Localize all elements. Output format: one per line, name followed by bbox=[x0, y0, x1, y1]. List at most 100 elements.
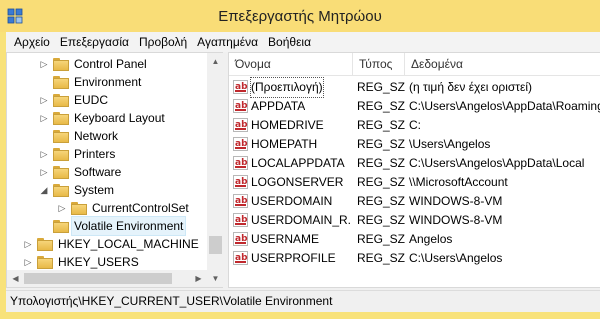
tree-item-label: HKEY_USERS bbox=[58, 255, 139, 269]
expand-arrow-icon[interactable]: ▷ bbox=[39, 91, 49, 109]
string-value-icon: ab bbox=[233, 156, 248, 170]
tree-item-label: HKEY_LOCAL_MACHINE bbox=[58, 237, 199, 251]
value-type: REG_SZ bbox=[357, 118, 406, 132]
tree-item-label: CurrentControlSet bbox=[92, 201, 189, 215]
expand-arrow-icon[interactable]: ▷ bbox=[39, 145, 49, 163]
tree-item[interactable]: Environment bbox=[7, 73, 207, 91]
value-row[interactable]: ab USERPROFILE REG_SZ C:\Users\Angelos bbox=[229, 249, 600, 268]
menu-bar: Αρχείο Επεξεργασία Προβολή Αγαπημένα Βοή… bbox=[6, 32, 600, 52]
tree-item-label: Volatile Environment bbox=[70, 216, 187, 236]
column-header-name[interactable]: Όνομα bbox=[229, 53, 353, 75]
folder-icon bbox=[37, 238, 53, 251]
string-value-icon: ab bbox=[233, 137, 248, 151]
value-row[interactable]: ab HOMEPATH REG_SZ \Users\Angelos bbox=[229, 135, 600, 154]
value-type: REG_SZ bbox=[357, 137, 406, 151]
value-name: USERPROFILE bbox=[251, 251, 336, 265]
tree-item[interactable]: ▷ EUDC bbox=[7, 91, 207, 109]
menu-edit[interactable]: Επεξεργασία bbox=[55, 32, 134, 52]
value-data: C:\Users\Angelos\AppData\Local bbox=[409, 156, 585, 170]
key-tree[interactable]: ▷ Control Panel Environment ▷ EUDC ▷ Keyboard … bbox=[6, 52, 225, 288]
value-type: REG_SZ bbox=[357, 232, 406, 246]
value-row[interactable]: ab USERDOMAIN REG_SZ WINDOWS-8-VM bbox=[229, 192, 600, 211]
status-path: Υπολογιστής\HKEY_CURRENT_USER\Volatile E… bbox=[10, 294, 333, 308]
scroll-thumb[interactable] bbox=[209, 236, 222, 254]
string-value-icon: ab bbox=[233, 251, 248, 265]
tree-item-label: Printers bbox=[74, 147, 116, 161]
value-name: LOCALAPPDATA bbox=[251, 156, 345, 170]
value-name: USERDOMAIN_R... bbox=[251, 213, 351, 227]
value-row[interactable]: ab (Προεπιλογή) REG_SZ (η τιμή δεν έχει ορι… bbox=[229, 77, 600, 98]
value-data: Angelos bbox=[409, 232, 453, 246]
tree-horizontal-scrollbar[interactable]: ◀ ▶ bbox=[7, 270, 207, 287]
string-value-icon: ab bbox=[233, 232, 248, 246]
menu-view[interactable]: Προβολή bbox=[134, 32, 192, 52]
title-bar[interactable]: Επεξεργαστής Μητρώου bbox=[0, 0, 600, 32]
folder-icon bbox=[71, 202, 87, 215]
value-row[interactable]: ab USERNAME REG_SZ Angelos bbox=[229, 230, 600, 249]
value-type: REG_SZ bbox=[357, 213, 406, 227]
tree-item-label: Software bbox=[74, 165, 122, 179]
expand-arrow-icon[interactable]: ▷ bbox=[39, 109, 49, 127]
tree-vertical-scrollbar[interactable]: ▲ ▼ bbox=[207, 53, 224, 287]
collapse-arrow-icon[interactable]: ◢ bbox=[39, 181, 49, 199]
value-row[interactable]: ab HOMEDRIVE REG_SZ C: bbox=[229, 116, 600, 135]
menu-file[interactable]: Αρχείο bbox=[6, 32, 55, 52]
string-value-icon: ab bbox=[233, 213, 248, 227]
value-data: WINDOWS-8-VM bbox=[409, 194, 503, 208]
expand-arrow-icon[interactable]: ▷ bbox=[39, 55, 49, 73]
menu-favorites[interactable]: Αγαπημένα bbox=[192, 32, 263, 52]
tree-item[interactable]: ▷ Keyboard Layout bbox=[7, 109, 207, 127]
column-header-data[interactable]: Δεδομένα bbox=[405, 53, 600, 75]
tree-item-label: Network bbox=[74, 129, 119, 143]
value-row[interactable]: ab APPDATA REG_SZ C:\Users\Angelos\AppData\… bbox=[229, 97, 600, 116]
string-value-icon: ab bbox=[233, 175, 248, 189]
value-data: (η τιμή δεν έχει οριστεί) bbox=[409, 80, 533, 94]
tree-item[interactable]: ▷ HKEY_USERS bbox=[7, 253, 207, 271]
tree-item[interactable]: ▷ Software bbox=[7, 163, 207, 181]
value-data: WINDOWS-8-VM bbox=[409, 213, 503, 227]
tree-item[interactable]: ▷ HKEY_LOCAL_MACHINE bbox=[7, 235, 207, 253]
scroll-down-arrow-icon[interactable]: ▼ bbox=[207, 270, 224, 287]
registry-editor-window: Επεξεργαστής Μητρώου Αρχείο Επεξεργασία … bbox=[0, 0, 600, 319]
tree-item[interactable]: ▷ CurrentControlSet bbox=[7, 199, 207, 217]
tree-item[interactable]: Network bbox=[7, 127, 207, 145]
scroll-left-arrow-icon[interactable]: ◀ bbox=[7, 270, 24, 287]
folder-icon bbox=[53, 148, 69, 161]
tree-item-label: System bbox=[74, 183, 115, 197]
folder-icon bbox=[53, 58, 69, 71]
scroll-up-arrow-icon[interactable]: ▲ bbox=[207, 53, 224, 70]
tree-item[interactable]: ▷ Printers bbox=[7, 145, 207, 163]
tree-item-label: EUDC bbox=[74, 93, 109, 107]
value-name: HOMEDRIVE bbox=[251, 118, 324, 132]
value-data: C:\Users\Angelos bbox=[409, 251, 503, 265]
value-type: REG_SZ bbox=[357, 80, 406, 94]
tree-item-label: Keyboard Layout bbox=[74, 111, 165, 125]
folder-icon bbox=[53, 184, 69, 197]
value-row[interactable]: ab LOCALAPPDATA REG_SZ C:\Users\Angelos\App… bbox=[229, 154, 600, 173]
tree-item[interactable]: ▷ Control Panel bbox=[7, 55, 207, 73]
expand-arrow-icon[interactable]: ▷ bbox=[57, 199, 67, 217]
value-name: LOGONSERVER bbox=[251, 175, 344, 189]
tree-item[interactable]: ◢ System bbox=[7, 181, 207, 199]
scroll-right-arrow-icon[interactable]: ▶ bbox=[190, 270, 207, 287]
value-name: USERDOMAIN bbox=[251, 194, 333, 208]
expand-arrow-icon[interactable]: ▷ bbox=[39, 163, 49, 181]
value-row[interactable]: ab LOGONSERVER REG_SZ \\MicrosoftAccount bbox=[229, 173, 600, 192]
tree-item[interactable]: Volatile Environment bbox=[7, 216, 207, 236]
value-type: REG_SZ bbox=[357, 175, 406, 189]
value-data: \Users\Angelos bbox=[409, 137, 491, 151]
folder-icon bbox=[53, 166, 69, 179]
expand-arrow-icon[interactable]: ▷ bbox=[23, 235, 33, 253]
folder-icon bbox=[53, 130, 69, 143]
value-data: C:\Users\Angelos\AppData\Roaming bbox=[409, 99, 600, 113]
value-name: APPDATA bbox=[251, 99, 306, 113]
scroll-thumb-horizontal[interactable] bbox=[24, 273, 172, 284]
value-row[interactable]: ab USERDOMAIN_R... REG_SZ WINDOWS-8-VM bbox=[229, 211, 600, 230]
menu-help[interactable]: Βοήθεια bbox=[263, 32, 316, 52]
window-title: Επεξεργαστής Μητρώου bbox=[218, 8, 382, 25]
expand-arrow-icon[interactable]: ▷ bbox=[23, 253, 33, 271]
column-header-type[interactable]: Τύπος bbox=[353, 53, 405, 75]
value-type: REG_SZ bbox=[357, 99, 406, 113]
values-list: Όνομα Τύπος Δεδομένα ab (Προεπιλογή) REG_S… bbox=[228, 52, 600, 288]
main-area: ▷ Control Panel Environment ▷ EUDC ▷ Keyboard … bbox=[6, 52, 600, 290]
